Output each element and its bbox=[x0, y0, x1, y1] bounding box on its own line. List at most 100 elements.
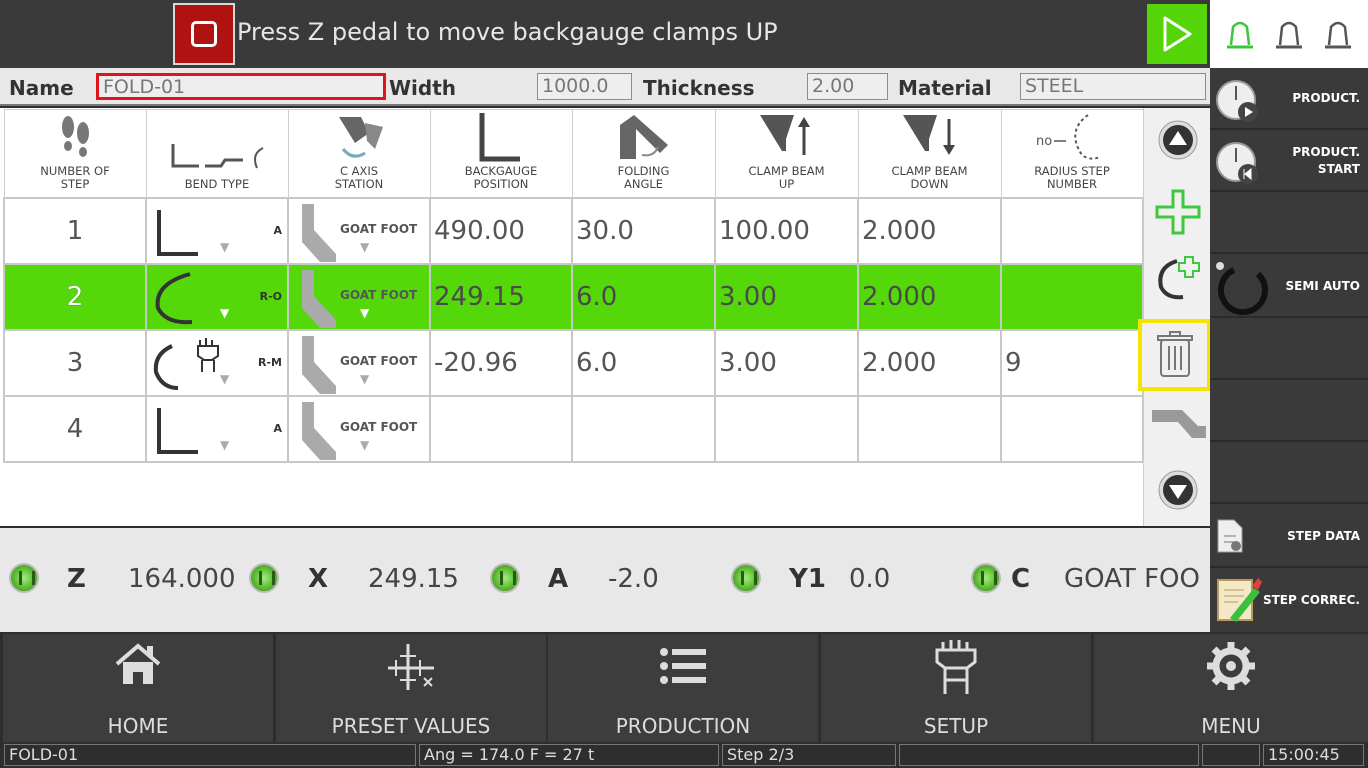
thickness-field[interactable]: 2.00 bbox=[807, 73, 888, 100]
nav-menu-button[interactable]: MENU bbox=[1094, 634, 1368, 742]
col-header-label: STATION bbox=[334, 176, 384, 191]
angle-cell[interactable]: 6.0 bbox=[571, 328, 716, 397]
clamp-up-cell[interactable]: 3.00 bbox=[714, 262, 859, 331]
add-step-button[interactable] bbox=[1144, 180, 1211, 244]
radius-step-cell[interactable] bbox=[1000, 196, 1144, 265]
step-number-cell[interactable]: 2 bbox=[3, 262, 147, 331]
backgauge-cell[interactable]: 249.15 bbox=[429, 262, 573, 331]
tool-bell-icon[interactable] bbox=[1274, 17, 1304, 51]
nav-production-label: PRODUCTION bbox=[615, 714, 751, 738]
clamp-beam-up-icon bbox=[759, 114, 810, 155]
tool-bell-icon-active[interactable] bbox=[1225, 17, 1255, 51]
col-header-backgauge: BACKGAUGE POSITION bbox=[429, 109, 573, 198]
tool-bell-icon[interactable] bbox=[1323, 17, 1353, 51]
col-header-label: C AXIS bbox=[339, 163, 379, 178]
table-row-selected[interactable]: 2 ▼ R-O GOAT FOOT ▼ 249.15 6.0 3.00 2.00… bbox=[3, 262, 1144, 331]
top-bar: Press Z pedal to move backgauge clamps U… bbox=[0, 0, 1210, 68]
clamp-up-cell[interactable]: 100.00 bbox=[714, 196, 859, 265]
stop-icon bbox=[191, 21, 217, 47]
scroll-down-button[interactable] bbox=[1144, 458, 1211, 522]
production-start-button[interactable]: PRODUCT. START bbox=[1210, 130, 1368, 192]
nav-home-label: HOME bbox=[107, 714, 169, 738]
table-row[interactable]: 4 ▼ A GOAT FOOT ▼ bbox=[3, 394, 1144, 463]
semi-auto-button[interactable]: SEMI AUTO bbox=[1210, 254, 1368, 318]
clamp-up-cell[interactable] bbox=[714, 394, 859, 463]
bend-type-cell[interactable]: ▼ A bbox=[145, 196, 289, 265]
thickness-label: Thickness bbox=[643, 76, 755, 100]
radius-step-cell[interactable] bbox=[1000, 262, 1144, 331]
axis-name: Y1 bbox=[789, 564, 826, 594]
backgauge-cell[interactable]: 490.00 bbox=[429, 196, 573, 265]
semi-auto-cycle-icon bbox=[1216, 262, 1268, 316]
angle-cell[interactable] bbox=[571, 394, 716, 463]
width-field[interactable]: 1000.0 bbox=[537, 73, 632, 100]
add-radius-step-button[interactable] bbox=[1144, 244, 1211, 308]
status-empty bbox=[1202, 744, 1260, 766]
angle-cell[interactable]: 30.0 bbox=[571, 196, 716, 265]
clamp-down-cell[interactable] bbox=[857, 394, 1002, 463]
radius-step-cell[interactable]: 9 bbox=[1000, 328, 1144, 397]
axis-value: 0.0 bbox=[849, 564, 891, 594]
stopwatch-play-icon bbox=[1216, 80, 1258, 122]
backgauge-cell[interactable]: -20.96 bbox=[429, 328, 573, 397]
axis-name: A bbox=[548, 564, 569, 594]
stop-button[interactable] bbox=[173, 3, 235, 65]
bend-code: A bbox=[273, 421, 282, 435]
semi-auto-label: SEMI AUTO bbox=[1285, 279, 1360, 293]
step-data-button[interactable]: STEP DATA bbox=[1210, 504, 1368, 568]
nav-production-button[interactable]: PRODUCTION bbox=[548, 634, 818, 742]
c-axis-station-icon bbox=[339, 116, 383, 158]
angle-bend-icon bbox=[157, 209, 198, 256]
status-clock: 15:00:45 bbox=[1263, 744, 1364, 766]
sidebar-empty-slot bbox=[1210, 380, 1368, 442]
angle-cell[interactable]: 6.0 bbox=[571, 262, 716, 331]
step-number-cell[interactable]: 3 bbox=[3, 328, 147, 397]
step-number-cell[interactable]: 1 bbox=[3, 196, 147, 265]
footprints-icon bbox=[62, 115, 89, 157]
step-correction-button[interactable]: STEP CORREC. bbox=[1210, 568, 1368, 632]
production-label: PRODUCT. bbox=[1292, 91, 1360, 105]
radius-step-cell[interactable] bbox=[1000, 394, 1144, 463]
production-button[interactable]: PRODUCT. bbox=[1210, 68, 1368, 130]
radius-step-icon-label: no bbox=[1036, 134, 1052, 149]
col-header-label: FOLDING bbox=[617, 163, 670, 178]
profile-view-button[interactable] bbox=[1144, 390, 1211, 454]
arrow-up-icon bbox=[1158, 120, 1197, 160]
step-number-cell[interactable]: 4 bbox=[3, 394, 147, 463]
clamp-down-cell[interactable]: 2.000 bbox=[857, 262, 1002, 331]
step-table-area: NUMBER OF STEP BEND TYPE C AXIS STATION BA… bbox=[0, 108, 1211, 526]
bend-type-cell[interactable]: ▼ R-O bbox=[145, 262, 289, 331]
material-label: Material bbox=[898, 76, 992, 100]
dropdown-arrow-icon: ▼ bbox=[220, 437, 230, 452]
nav-home-button[interactable]: HOME bbox=[3, 634, 273, 742]
axis-status-led bbox=[731, 563, 761, 593]
material-field[interactable]: STEEL bbox=[1020, 73, 1206, 100]
name-field[interactable]: FOLD-01 bbox=[96, 73, 386, 100]
width-label: Width bbox=[389, 76, 457, 100]
start-button[interactable] bbox=[1147, 4, 1207, 64]
clamp-up-cell[interactable]: 3.00 bbox=[714, 328, 859, 397]
dropdown-arrow-icon: ▼ bbox=[360, 239, 370, 254]
nav-setup-button[interactable]: SETUP bbox=[821, 634, 1091, 742]
clamp-down-cell[interactable]: 2.000 bbox=[857, 196, 1002, 265]
arrow-down-icon bbox=[1158, 470, 1197, 510]
c-axis-cell[interactable]: GOAT FOOT ▼ bbox=[287, 394, 431, 463]
bend-type-cell[interactable]: ▼ R-M bbox=[145, 328, 289, 397]
col-header-label: CLAMP BEAM bbox=[748, 163, 825, 178]
bend-type-cell[interactable]: ▼ A bbox=[145, 394, 289, 463]
c-axis-cell[interactable]: GOAT FOOT ▼ bbox=[287, 262, 431, 331]
step-correction-icon bbox=[1217, 578, 1262, 622]
col-header-radius-step: no RADIUS STEP NUMBER bbox=[1000, 109, 1144, 198]
c-axis-cell[interactable]: GOAT FOOT ▼ bbox=[287, 196, 431, 265]
delete-step-button[interactable] bbox=[1138, 319, 1211, 391]
col-header-label: ANGLE bbox=[623, 176, 664, 191]
backgauge-cell[interactable] bbox=[429, 394, 573, 463]
clamp-down-cell[interactable]: 2.000 bbox=[857, 328, 1002, 397]
c-axis-cell[interactable]: GOAT FOOT ▼ bbox=[287, 328, 431, 397]
steps-table: NUMBER OF STEP BEND TYPE C AXIS STATION BA… bbox=[3, 109, 1144, 463]
table-row[interactable]: 1 ▼ A GOAT FOOT ▼ 490.00 30.0 100.00 2.0… bbox=[3, 196, 1144, 265]
nav-preset-button[interactable]: PRESET VALUES bbox=[276, 634, 546, 742]
scroll-up-button[interactable] bbox=[1144, 108, 1211, 172]
axis-value: -2.0 bbox=[608, 564, 659, 594]
table-row[interactable]: 3 ▼ R-M GOAT FOOT ▼ -20.96 6.0 3.00 2.00… bbox=[3, 328, 1144, 397]
